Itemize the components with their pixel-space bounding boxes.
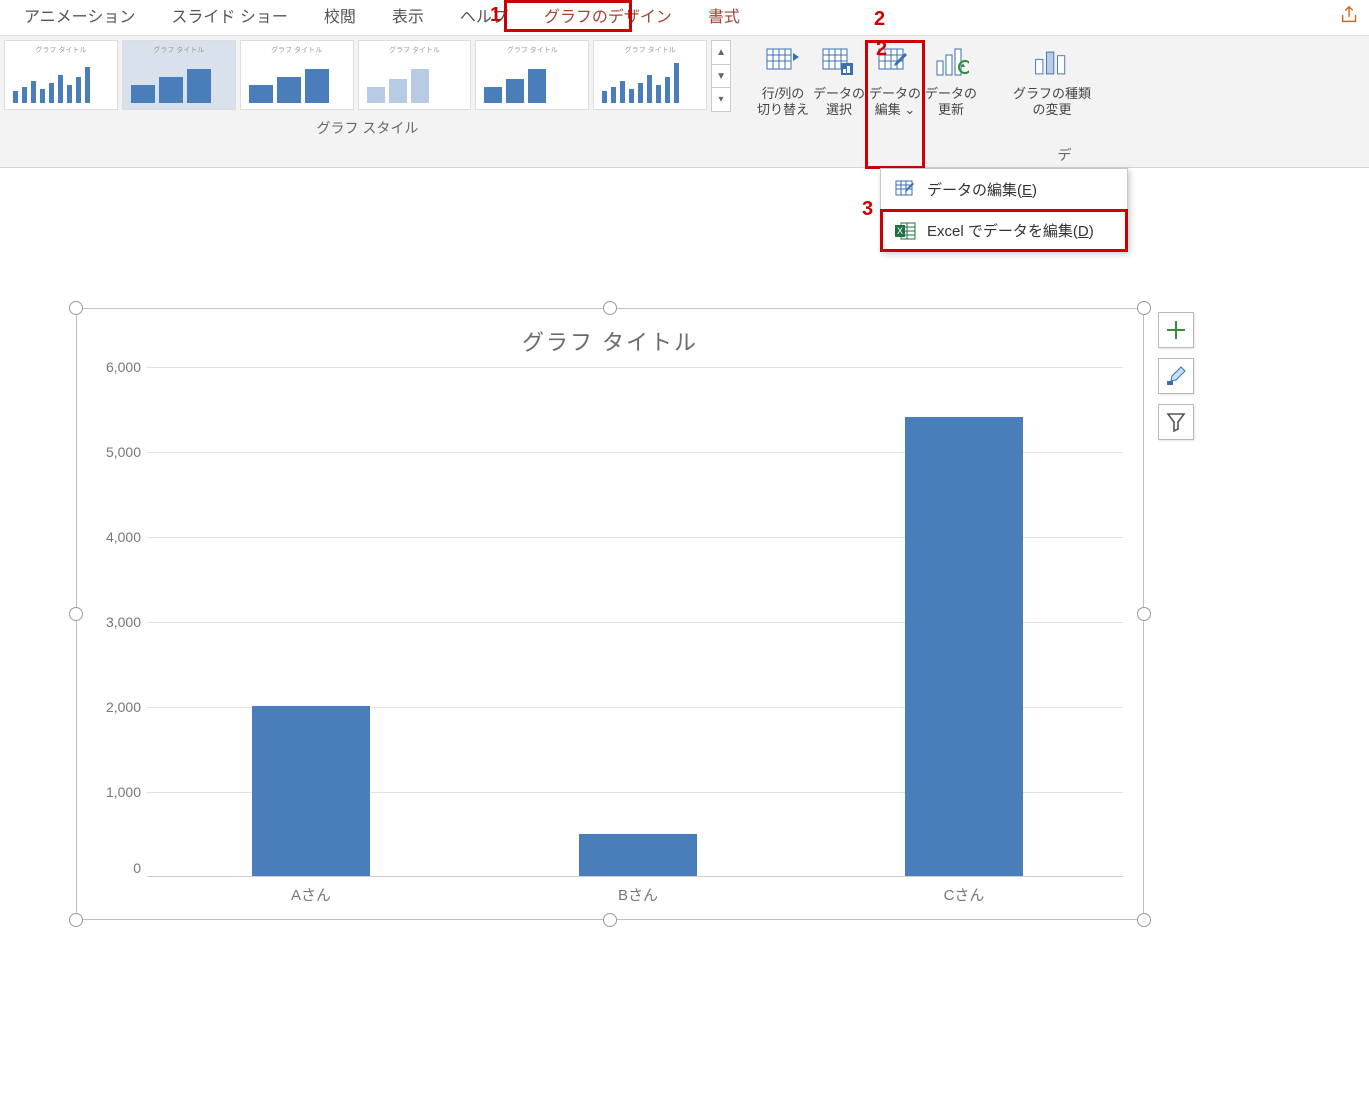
edit-data-small-icon [895, 180, 917, 200]
dropdown-edit-in-excel[interactable]: X Excel でデータを編集(D) [881, 210, 1127, 251]
chart-styles-group-label: グラフ スタイル [0, 112, 735, 138]
chart-y-axis[interactable]: 0 1,000 2,000 3,000 4,000 5,000 6,000 [89, 367, 141, 877]
edit-data-label-2: 編集 ⌄ [875, 102, 916, 118]
chart-styles-gallery: グラフ タイトル グラフ タイトル グラフ タイトル グラフ タイトル グラフ … [0, 36, 735, 167]
selection-handle[interactable] [1137, 913, 1151, 927]
excel-icon: X [895, 221, 917, 241]
chart-style-thumb-3[interactable]: グラフ タイトル [240, 40, 354, 110]
tab-help[interactable]: ヘルプ [442, 0, 526, 35]
ytick-2: 2,000 [106, 699, 141, 715]
ytick-4: 4,000 [106, 529, 141, 545]
xcat-0: Aさん [291, 884, 331, 905]
refresh-data-label-1: データの [925, 86, 977, 102]
chart-style-thumb-2[interactable]: グラフ タイトル [122, 40, 236, 110]
switch-row-column-label-1: 行/列の [762, 86, 805, 102]
funnel-icon [1165, 411, 1187, 433]
change-chart-type-icon [1032, 44, 1072, 82]
chart-style-thumb-5[interactable]: グラフ タイトル [475, 40, 589, 110]
selection-handle[interactable] [603, 301, 617, 315]
chart-filters-button[interactable] [1158, 404, 1194, 440]
brush-icon [1165, 365, 1187, 387]
selection-handle[interactable] [69, 301, 83, 315]
chart-elements-button[interactable] [1158, 312, 1194, 348]
chart-style-thumb-1[interactable]: グラフ タイトル [4, 40, 118, 110]
chart-styles-button[interactable] [1158, 358, 1194, 394]
chart-style-thumb-6[interactable]: グラフ タイトル [593, 40, 707, 110]
select-data-label-2: 選択 [826, 102, 852, 118]
select-data-label-1: データの [813, 86, 865, 102]
change-chart-type-label-2: の変更 [1032, 102, 1071, 118]
ribbon-tabbar: アニメーション スライド ショー 校閲 表示 ヘルプ グラフのデザイン 書式 1 [0, 0, 1369, 36]
edit-data-icon [875, 44, 915, 82]
chart-bar-1[interactable] [579, 834, 697, 876]
chart-styles-more-icon[interactable]: ▾ [712, 88, 730, 111]
tab-slideshow[interactable]: スライド ショー [153, 0, 305, 35]
chart-object[interactable]: グラフ タイトル 0 1,000 2,000 3,000 4,000 5,000… [76, 308, 1144, 920]
xcat-1: Bさん [618, 884, 658, 905]
dropdown-edit-in-excel-label: Excel でデータを編集(D) [927, 220, 1094, 241]
refresh-data-icon [931, 44, 971, 82]
edit-data-label-1: データの [869, 86, 921, 102]
share-icon[interactable] [1339, 4, 1361, 26]
ribbon-chart-design: グラフ タイトル グラフ タイトル グラフ タイトル グラフ タイトル グラフ … [0, 36, 1369, 168]
tab-review[interactable]: 校閲 [306, 0, 374, 35]
tab-chart-design[interactable]: グラフのデザイン [526, 0, 690, 35]
dropdown-edit-data-label: データの編集(E) [927, 179, 1037, 200]
change-chart-type-label-1: グラフの種類 [1013, 86, 1091, 102]
refresh-data-label-2: 更新 [938, 102, 964, 118]
chart-bar-2[interactable] [905, 417, 1023, 876]
selection-handle[interactable] [603, 913, 617, 927]
ytick-0: 0 [133, 860, 141, 876]
edit-data-dropdown: データの編集(E) X Excel でデータを編集(D) [880, 168, 1128, 252]
tab-format[interactable]: 書式 [690, 0, 758, 35]
chart-styles-down-icon[interactable]: ▼ [712, 65, 730, 89]
dropdown-edit-data[interactable]: データの編集(E) [881, 169, 1127, 210]
plus-icon [1165, 319, 1187, 341]
chart-styles-up-icon[interactable]: ▲ [712, 41, 730, 65]
selection-handle[interactable] [1137, 607, 1151, 621]
chart-style-thumb-4[interactable]: グラフ タイトル [358, 40, 472, 110]
ytick-1: 1,000 [106, 784, 141, 800]
switch-row-column-icon [763, 44, 803, 82]
callout-3: 3 [862, 198, 873, 221]
tab-animation[interactable]: アニメーション [6, 0, 153, 35]
ytick-6: 6,000 [106, 359, 141, 375]
ytick-3: 3,000 [106, 614, 141, 630]
select-data-icon [819, 44, 859, 82]
svg-text:X: X [897, 226, 903, 236]
chart-title[interactable]: グラフ タイトル [77, 325, 1143, 357]
selection-handle[interactable] [1137, 301, 1151, 315]
tab-view[interactable]: 表示 [374, 0, 442, 35]
selection-handle[interactable] [69, 607, 83, 621]
switch-row-column-label-2: 切り替え [757, 102, 809, 118]
ytick-5: 5,000 [106, 444, 141, 460]
chart-bar-0[interactable] [252, 706, 370, 876]
selection-handle[interactable] [69, 913, 83, 927]
chart-styles-spinner[interactable]: ▲▼▾ [711, 40, 731, 112]
chart-data-group-label: デ [760, 145, 1369, 165]
xcat-2: Cさん [944, 884, 985, 905]
chart-plot-area[interactable]: 0 1,000 2,000 3,000 4,000 5,000 6,000 Aさ… [147, 367, 1123, 877]
